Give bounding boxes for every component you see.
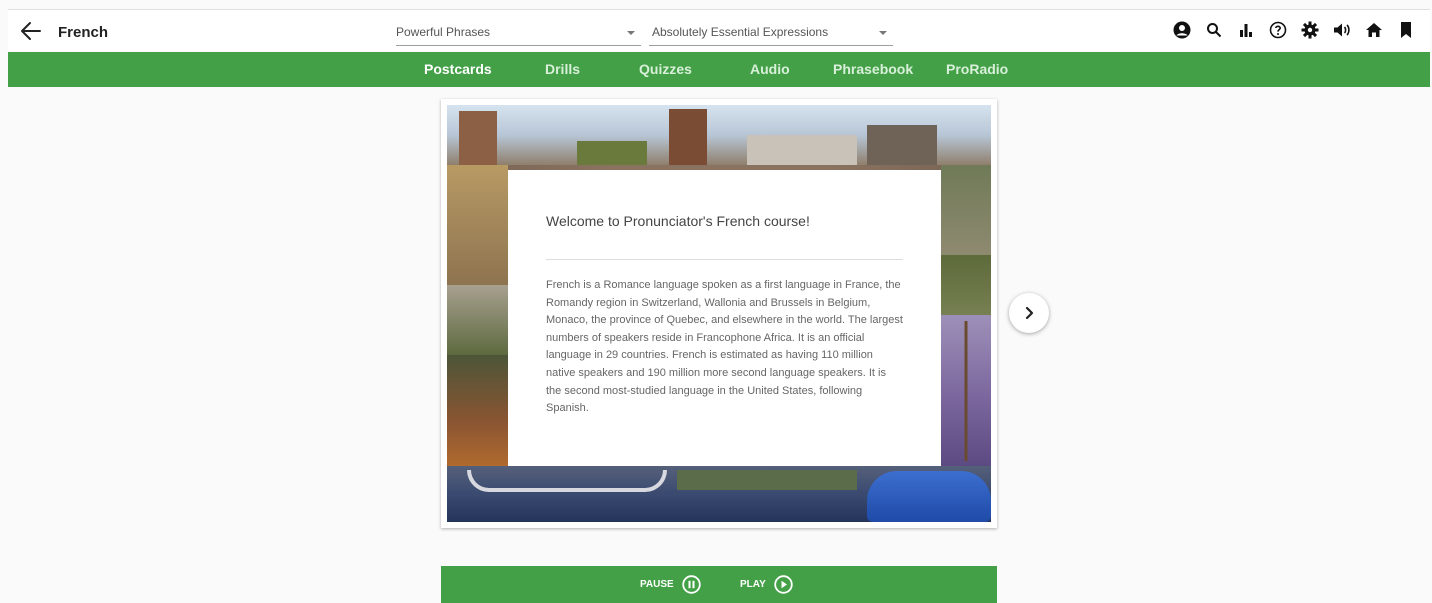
collage-tower-left [447, 285, 508, 355]
collage-riverbank [677, 470, 857, 490]
volume-icon[interactable] [1332, 20, 1352, 40]
header-icon-bar [1172, 20, 1416, 40]
postcard-body: French is a Romance language spoken as a… [546, 279, 903, 415]
collage-cathedral [867, 125, 937, 165]
settings-icon[interactable] [1300, 20, 1320, 40]
collage-tower [669, 109, 707, 165]
search-icon[interactable] [1204, 20, 1224, 40]
postcard: Welcome to Pronunciator's French course!… [441, 99, 997, 528]
subcategory-select[interactable]: Absolutely Essential Expressions [649, 18, 893, 46]
audio-player-bar: PAUSE PLAY [441, 566, 997, 603]
collage-greenery [941, 255, 991, 315]
collage-arch [447, 165, 508, 285]
collage-eiffel-tower [959, 321, 973, 461]
play-label: PLAY [740, 579, 766, 590]
bookmark-icon[interactable] [1396, 20, 1416, 40]
collage-city [747, 135, 857, 165]
collage-tower [459, 111, 497, 165]
collage-bridge-arch [467, 470, 667, 492]
tab-postcards[interactable]: Postcards [424, 61, 492, 77]
page-title: French [58, 24, 109, 41]
subcategory-select-value: Absolutely Essential Expressions [652, 25, 829, 39]
play-icon [774, 575, 793, 594]
pause-label: PAUSE [640, 579, 674, 590]
collage-bridge [941, 165, 991, 255]
collage-street [447, 355, 508, 466]
pause-icon [682, 575, 701, 594]
collage-blue-car [867, 471, 991, 522]
category-select-value: Powerful Phrases [396, 25, 491, 39]
top-bar: French Powerful Phrases Absolutely Essen… [8, 9, 1430, 51]
play-button[interactable]: PLAY [740, 575, 793, 594]
help-icon[interactable] [1268, 20, 1288, 40]
home-icon[interactable] [1364, 20, 1384, 40]
chevron-right-icon [1025, 306, 1034, 320]
chevron-down-icon [879, 31, 887, 35]
collage-trees [577, 141, 647, 165]
tab-drills[interactable]: Drills [545, 61, 580, 77]
chevron-down-icon [627, 31, 635, 35]
pause-button[interactable]: PAUSE [640, 575, 701, 594]
account-icon[interactable] [1172, 20, 1192, 40]
postcard-title: Welcome to Pronunciator's French course! [546, 213, 810, 229]
main-nav: Postcards Drills Quizzes Audio Phraseboo… [8, 52, 1430, 87]
back-arrow-icon[interactable] [20, 21, 42, 41]
postcard-collage-image: Welcome to Pronunciator's French course!… [447, 105, 991, 522]
stats-icon[interactable] [1236, 20, 1256, 40]
tab-phrasebook[interactable]: Phrasebook [833, 61, 913, 77]
next-postcard-button[interactable] [1009, 293, 1049, 333]
tab-audio[interactable]: Audio [750, 61, 790, 77]
divider [546, 259, 903, 260]
category-select[interactable]: Powerful Phrases [396, 18, 641, 46]
postcard-text-panel: Welcome to Pronunciator's French course!… [508, 170, 941, 466]
tab-quizzes[interactable]: Quizzes [639, 61, 692, 77]
tab-proradio[interactable]: ProRadio [946, 61, 1008, 77]
